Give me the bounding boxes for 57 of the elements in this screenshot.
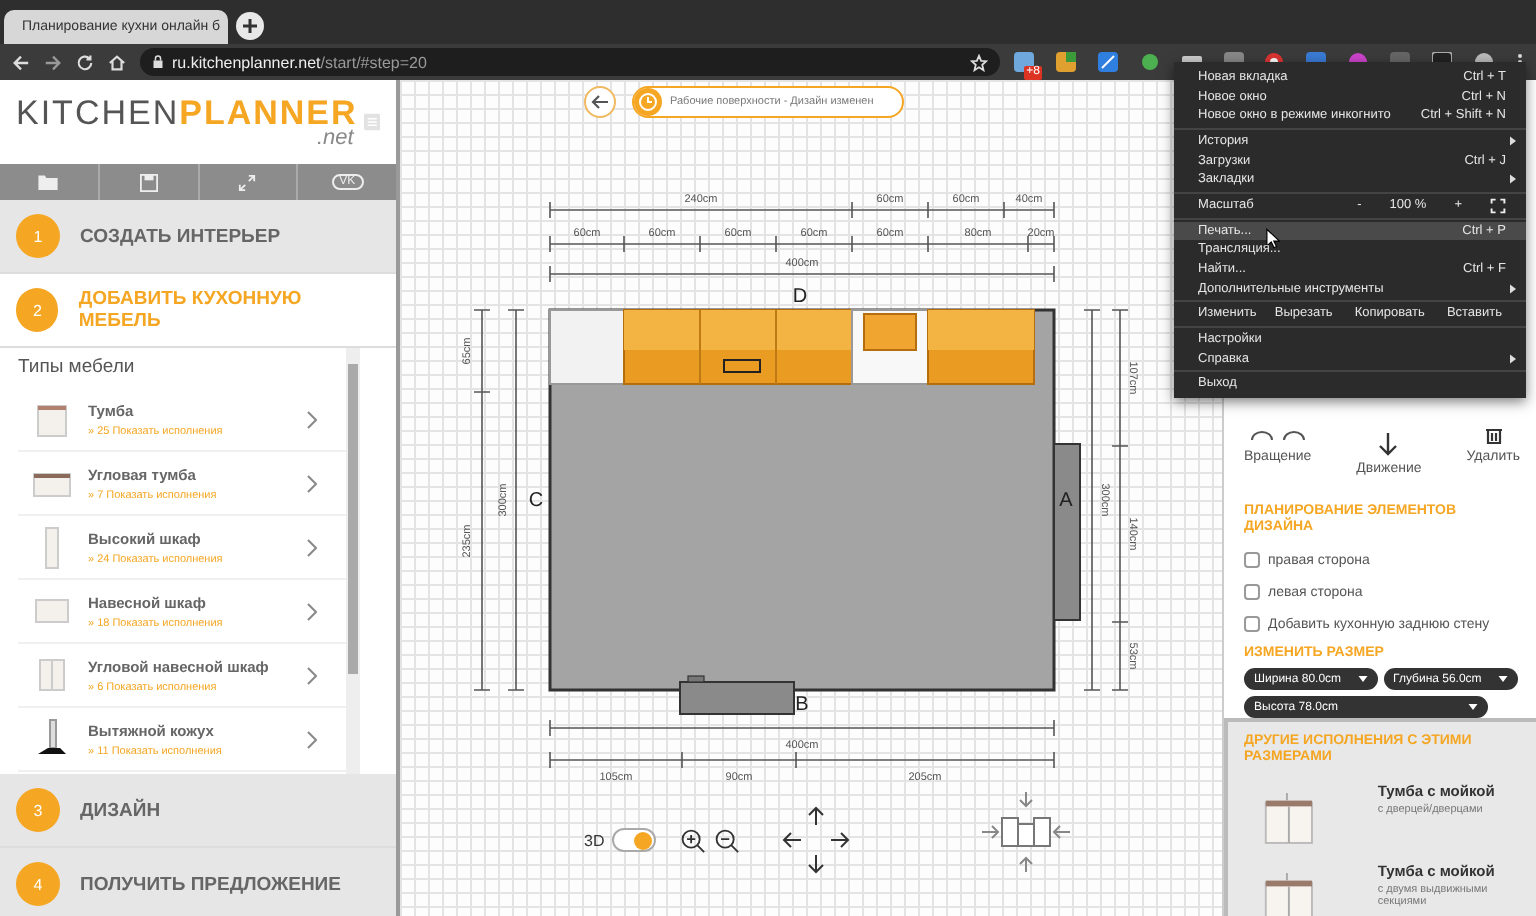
step-number: 4 — [16, 862, 60, 906]
checkbox[interactable] — [1244, 584, 1260, 600]
step-number: 2 — [16, 288, 59, 332]
checkbox[interactable] — [1244, 616, 1260, 632]
reload-icon[interactable] — [76, 53, 94, 71]
step-tab[interactable]: 3 ДИЗАЙН — [0, 774, 396, 848]
caret-icon — [1468, 704, 1478, 710]
fullscreen-icon[interactable] — [1490, 197, 1506, 214]
caret-icon — [1357, 676, 1368, 682]
step-number: 1 — [16, 214, 60, 258]
arrow-up-icon[interactable] — [806, 806, 827, 826]
wall-label: D — [792, 286, 808, 308]
chevron-right-icon[interactable] — [306, 729, 318, 749]
forward-arrow-icon[interactable] — [44, 53, 62, 71]
wall-label: C — [528, 490, 544, 512]
logo: KITCHENPLANNER .net — [16, 94, 358, 150]
arrow-left-icon[interactable] — [782, 830, 803, 850]
new-tab-icon[interactable] — [236, 12, 264, 40]
step-number: 3 — [16, 788, 60, 832]
arrow-right-icon[interactable] — [830, 830, 851, 850]
folder-icon[interactable] — [38, 174, 59, 190]
chevron-right-icon[interactable] — [306, 665, 318, 685]
sink-cabinet — [851, 309, 929, 385]
arrow-down-icon[interactable] — [1378, 432, 1399, 456]
view-3d-label: 3D — [584, 831, 605, 849]
extension-icon[interactable] — [1055, 52, 1076, 72]
chevron-right-icon[interactable] — [306, 601, 318, 621]
extension-icon[interactable] — [1097, 52, 1118, 72]
trash-icon[interactable] — [1483, 428, 1504, 444]
address-field[interactable]: ru.kitchenplanner.net/start/#step=20 — [140, 48, 1000, 76]
clock-icon — [634, 88, 662, 116]
save-icon[interactable] — [139, 173, 158, 191]
back-arrow-icon[interactable] — [12, 53, 30, 71]
corner-cabinet — [549, 309, 625, 385]
star-icon[interactable] — [970, 53, 988, 71]
base-cabinet — [927, 309, 1035, 385]
base-cabinet — [679, 675, 795, 715]
fit-view-icon[interactable] — [980, 788, 1073, 876]
wall-label: A — [1059, 490, 1073, 512]
checkbox[interactable] — [1244, 552, 1260, 568]
scrollbar[interactable] — [346, 348, 360, 774]
chevron-right-icon[interactable] — [306, 409, 318, 429]
lock-icon — [152, 54, 164, 70]
arrow-down-icon[interactable] — [806, 854, 827, 874]
zoom-in-icon[interactable] — [680, 827, 707, 853]
wall-label: B — [795, 694, 809, 716]
view-3d-toggle[interactable] — [612, 828, 657, 852]
caret-icon — [1497, 676, 1508, 682]
chevron-right-icon[interactable] — [306, 473, 318, 493]
step-tab[interactable]: 1 СОЗДАТЬ ИНТЕРЬЕР — [0, 200, 396, 274]
chevron-right-icon[interactable] — [306, 537, 318, 557]
expand-icon[interactable] — [238, 173, 257, 191]
home-icon[interactable] — [108, 53, 126, 71]
zoom-out-icon[interactable] — [714, 827, 741, 853]
rotate-icon[interactable] — [1247, 428, 1308, 444]
step-tab[interactable]: 4 ПОЛУЧИТЬ ПРЕДЛОЖЕНИЕ — [0, 848, 396, 916]
section-title: Типы мебели — [18, 356, 137, 382]
